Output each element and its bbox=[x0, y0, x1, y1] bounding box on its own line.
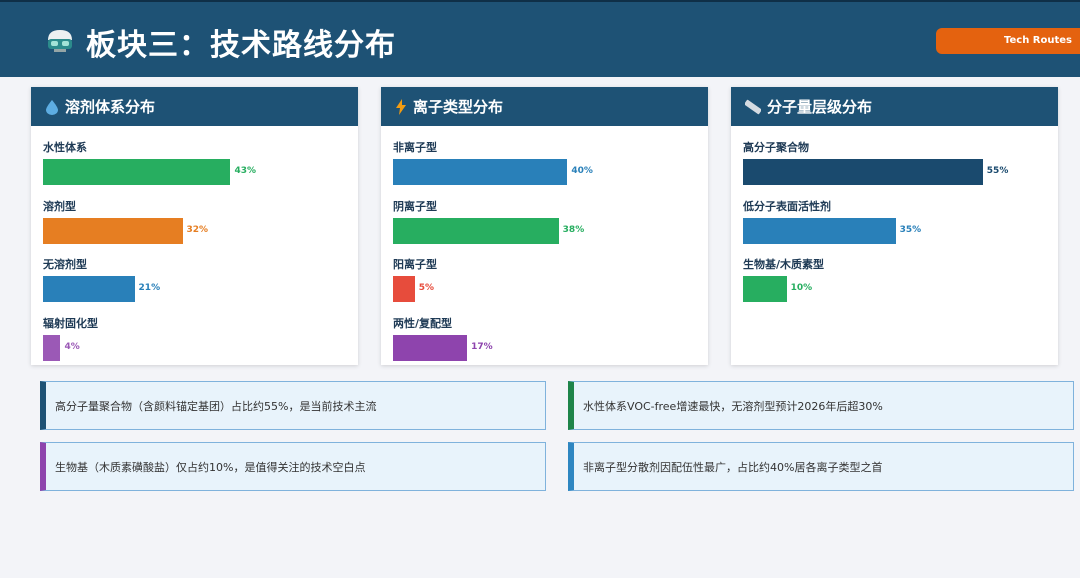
bar-row: 辐射固化型 4% bbox=[43, 317, 343, 361]
bar-track: 5% bbox=[393, 276, 693, 302]
bar-label: 高分子聚合物 bbox=[743, 141, 809, 154]
bar-percentage: 4% bbox=[64, 341, 80, 352]
note-text: 非离子型分散剂因配伍性最广，占比约40%居各离子类型之首 bbox=[583, 460, 883, 474]
bar-row: 两性/复配型 17% bbox=[393, 317, 693, 361]
bar-row: 高分子聚合物 55% bbox=[743, 141, 1043, 185]
bar-label: 生物基/木质素型 bbox=[743, 258, 825, 271]
bar-label: 阴离子型 bbox=[393, 199, 437, 213]
card-header: 溶剂体系分布 bbox=[31, 87, 358, 126]
bar-label: 两性/复配型 bbox=[393, 316, 453, 330]
bar-row: 低分子表面活性剂 35% bbox=[743, 200, 1043, 244]
bar-row: 非离子型 40% bbox=[393, 141, 693, 185]
bar-percentage: 10% bbox=[790, 283, 813, 293]
note-text: 高分子量聚合物（含颜料锚定基团）占比约55%，是当前技术主流 bbox=[55, 399, 377, 413]
bar-label: 低分子表面活性剂 bbox=[743, 199, 831, 213]
insight-note: 生物基（木质素磺酸盐）仅占约10%，是值得关注的技术空白点 bbox=[40, 442, 546, 491]
bar-row: 阳离子型 5% bbox=[393, 258, 693, 302]
bar-track: 21% bbox=[43, 276, 343, 302]
vr-headset-icon bbox=[48, 30, 72, 52]
bar-row: 无溶剂型 21% bbox=[43, 258, 343, 302]
bar-fill bbox=[743, 217, 896, 244]
bar-track: 35% bbox=[743, 217, 1043, 244]
bar-fill bbox=[43, 217, 183, 244]
bar-label: 溶剂型 bbox=[43, 199, 76, 213]
card-header: 离子类型分布 bbox=[381, 87, 708, 126]
bar-fill bbox=[393, 159, 568, 185]
bar-track: 32% bbox=[43, 217, 343, 244]
bar-fill bbox=[43, 159, 231, 185]
bar-track: 38% bbox=[393, 217, 693, 244]
card-title: 分子量层级分布 bbox=[767, 98, 873, 116]
ruler-icon bbox=[745, 99, 761, 114]
note-text: 生物基（木质素磺酸盐）仅占约10%，是值得关注的技术空白点 bbox=[55, 460, 366, 474]
bar-fill bbox=[743, 276, 787, 302]
bar-row: 生物基/木质素型 10% bbox=[743, 258, 1043, 302]
bar-track: 4% bbox=[43, 334, 343, 361]
bar-fill bbox=[43, 334, 61, 361]
bar-percentage: 35% bbox=[899, 224, 922, 235]
bar-percentage: 21% bbox=[138, 283, 161, 293]
card-title: 离子类型分布 bbox=[413, 98, 504, 116]
lightning-icon bbox=[396, 98, 406, 115]
bar-percentage: 5% bbox=[418, 283, 435, 293]
page-title: 板块三：技术路线分布 bbox=[86, 28, 396, 63]
bar-fill bbox=[393, 217, 559, 244]
bar-row: 溶剂型 32% bbox=[43, 200, 343, 244]
bar-track: 10% bbox=[743, 276, 1043, 302]
bar-label: 非离子型 bbox=[393, 141, 437, 154]
card-header: 分子量层级分布 bbox=[731, 87, 1058, 126]
bar-label: 阳离子型 bbox=[393, 258, 437, 271]
card-title: 溶剂体系分布 bbox=[65, 98, 156, 116]
bar-percentage: 17% bbox=[471, 341, 493, 352]
bar-fill bbox=[393, 334, 468, 361]
note-text: 水性体系VOC-free增速最快，无溶剂型预计2026年后超30% bbox=[583, 399, 883, 413]
bar-percentage: 43% bbox=[234, 166, 257, 176]
bar-track: 55% bbox=[743, 159, 1043, 185]
insight-note: 水性体系VOC-free增速最快，无溶剂型预计2026年后超30% bbox=[568, 381, 1074, 430]
bar-percentage: 40% bbox=[571, 166, 593, 176]
bar-track: 43% bbox=[43, 159, 343, 185]
bar-label: 辐射固化型 bbox=[43, 316, 98, 330]
tech-routes-badge: Tech Routes bbox=[936, 28, 1080, 54]
bar-row: 阴离子型 38% bbox=[393, 200, 693, 244]
bar-row: 水性体系 43% bbox=[43, 141, 343, 185]
bar-fill bbox=[43, 276, 135, 302]
bar-percentage: 32% bbox=[186, 224, 209, 235]
card-molecular-weight: 分子量层级分布 高分子聚合物 55% 低分子表面活性剂 35% 生物基/木质素型 10% bbox=[731, 87, 1058, 365]
bar-fill bbox=[393, 276, 415, 302]
header-banner: 板块三：技术路线分布 Tech Routes bbox=[0, 0, 1080, 77]
card-solvent-system: 溶剂体系分布 水性体系 43% 溶剂型 32% 无溶剂型 21% 辐射固化型 4% bbox=[31, 87, 358, 365]
bar-label: 无溶剂型 bbox=[43, 258, 87, 271]
bar-label: 水性体系 bbox=[43, 141, 87, 154]
bar-percentage: 38% bbox=[562, 224, 585, 235]
bar-fill bbox=[743, 159, 983, 185]
insight-note: 高分子量聚合物（含颜料锚定基团）占比约55%，是当前技术主流 bbox=[40, 381, 546, 430]
insight-note: 非离子型分散剂因配伍性最广，占比约40%居各离子类型之首 bbox=[568, 442, 1074, 491]
bar-track: 40% bbox=[393, 159, 693, 185]
bar-track: 17% bbox=[393, 334, 693, 361]
droplet-icon bbox=[46, 99, 58, 115]
bar-percentage: 55% bbox=[986, 166, 1009, 176]
card-ion-type: 离子类型分布 非离子型 40% 阴离子型 38% 阳离子型 5% 两性/复配型 17% bbox=[381, 87, 708, 365]
